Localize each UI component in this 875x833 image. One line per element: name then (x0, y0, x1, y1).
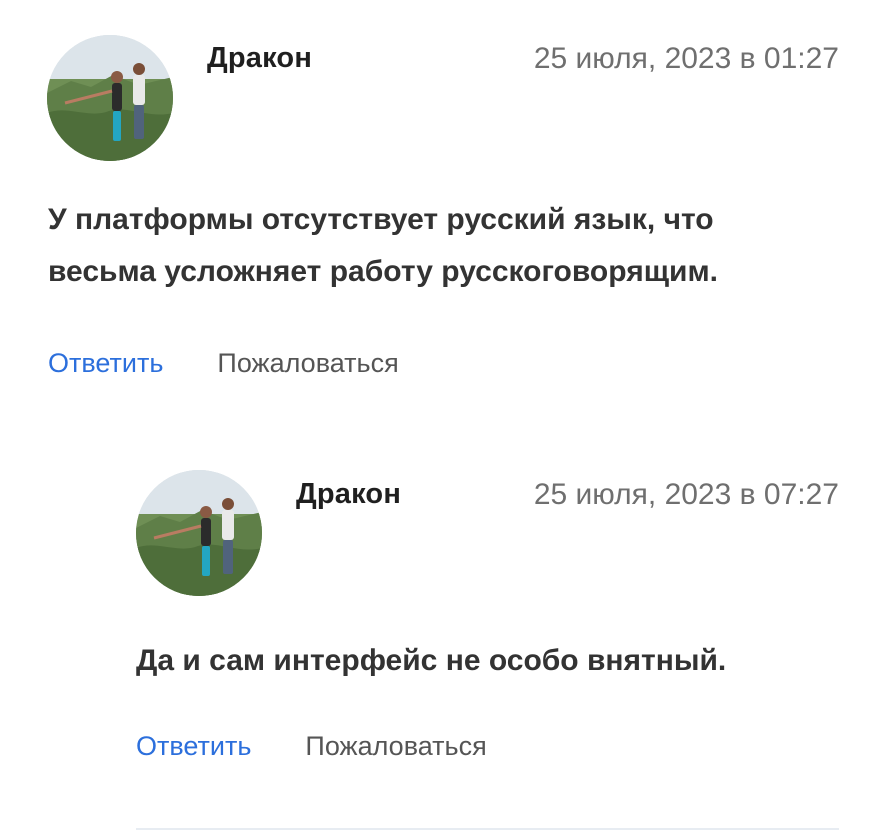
comment: Дракон 25 июля, 2023 в 01:27 У платформы… (0, 0, 875, 420)
comment-actions: Ответить Пожаловаться (136, 731, 487, 762)
avatar-photo-icon (136, 470, 262, 596)
comment-actions: Ответить Пожаловаться (48, 348, 399, 379)
author-name: Дракон (207, 42, 313, 74)
comment-date: 25 июля, 2023 в 07:27 (533, 478, 839, 511)
reply-button[interactable]: Ответить (136, 731, 251, 762)
avatar[interactable] (136, 470, 262, 596)
report-button[interactable]: Пожаловаться (305, 731, 486, 762)
author-name: Дракон (296, 478, 402, 510)
comment-text: Да и сам интерфейс не особо внятный. (136, 644, 727, 677)
reply-comment: Дракон 25 июля, 2023 в 07:27 Да и сам ин… (0, 430, 875, 833)
avatar-photo-icon (47, 35, 173, 161)
comment-date: 25 июля, 2023 в 01:27 (533, 42, 839, 75)
report-button[interactable]: Пожаловаться (217, 348, 398, 379)
comment-text: У платформы отсутствует русский язык, чт… (48, 203, 718, 288)
reply-button[interactable]: Ответить (48, 348, 163, 379)
avatar[interactable] (47, 35, 173, 161)
divider (136, 828, 839, 830)
